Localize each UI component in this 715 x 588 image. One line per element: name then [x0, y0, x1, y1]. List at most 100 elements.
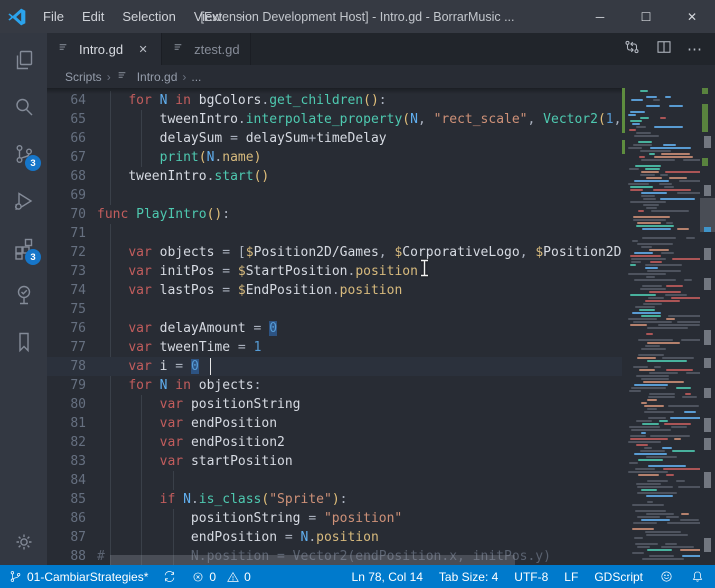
code-line[interactable]: 69: [47, 186, 622, 205]
code-line[interactable]: 77 var tweenTime = 1: [47, 338, 622, 357]
code-line[interactable]: 72 var objects = [$Position2D/Games, $Co…: [47, 243, 622, 262]
statusbar-feedback[interactable]: [659, 569, 674, 584]
menu-selection[interactable]: Selection: [113, 0, 184, 33]
statusbar-notifications[interactable]: [690, 569, 705, 584]
line-number[interactable]: 72: [47, 243, 97, 262]
code-line[interactable]: 83 var startPosition: [47, 452, 622, 471]
tab-intro-gd[interactable]: Intro.gd ✕: [47, 33, 163, 65]
code-line[interactable]: 75: [47, 300, 622, 319]
code-line[interactable]: 76 var delayAmount = 0: [47, 319, 622, 338]
line-number[interactable]: 65: [47, 110, 97, 129]
code-line[interactable]: 81 var endPosition: [47, 414, 622, 433]
line-number[interactable]: 64: [47, 91, 97, 110]
line-number[interactable]: 85: [47, 490, 97, 509]
activity-explorer[interactable]: [0, 36, 47, 83]
minimap-line: [646, 96, 657, 98]
code-line[interactable]: 78 var i = 0: [47, 357, 622, 376]
activity-bar: 33: [0, 33, 47, 565]
breadcrumb-item[interactable]: ...: [191, 70, 201, 84]
line-number[interactable]: 78: [47, 357, 97, 376]
statusbar-branch[interactable]: 01-CambiarStrategies*: [8, 569, 148, 584]
menu-file[interactable]: File: [34, 0, 73, 33]
minimap-line: [632, 528, 654, 530]
code-line[interactable]: 67 print(N.name): [47, 148, 622, 167]
code-line[interactable]: 87 endPosition = N.position: [47, 528, 622, 547]
statusbar-tab-size[interactable]: Tab Size: 4: [439, 570, 498, 584]
code-line[interactable]: 80 var positionString: [47, 395, 622, 414]
statusbar-encoding[interactable]: UTF-8: [514, 570, 548, 584]
line-number[interactable]: 74: [47, 281, 97, 300]
line-number[interactable]: 73: [47, 262, 97, 281]
line-number[interactable]: 69: [47, 186, 97, 205]
minimap-line: [665, 294, 687, 296]
breadcrumb-item[interactable]: Intro.gd: [137, 70, 178, 84]
breadcrumb-item[interactable]: Scripts: [65, 70, 102, 84]
statusbar-sync[interactable]: [162, 569, 177, 584]
overview-ruler-scrollbar[interactable]: [700, 88, 715, 565]
code-line[interactable]: 71: [47, 224, 622, 243]
gdscript-file-icon: [59, 44, 67, 50]
line-number[interactable]: 86: [47, 509, 97, 528]
line-number[interactable]: 83: [47, 452, 97, 471]
minimap-line: [646, 456, 677, 458]
statusbar-eol[interactable]: LF: [564, 570, 578, 584]
code-line[interactable]: 85 if N.is_class("Sprite"):: [47, 490, 622, 509]
line-number[interactable]: 70: [47, 205, 97, 224]
code-line[interactable]: 86 positionString = "position": [47, 509, 622, 528]
code-text: var delayAmount = 0: [128, 321, 278, 336]
line-number[interactable]: 77: [47, 338, 97, 357]
code-line[interactable]: 74 var lastPos = $EndPosition.position: [47, 281, 622, 300]
line-number[interactable]: 87: [47, 528, 97, 547]
close-icon[interactable]: ✕: [135, 43, 151, 56]
tab-ztest-gd[interactable]: ztest.gd: [162, 33, 251, 65]
activity-extensions[interactable]: 3: [0, 224, 47, 271]
line-number[interactable]: 66: [47, 129, 97, 148]
code-line[interactable]: 73 var initPos = $StartPosition.position: [47, 262, 622, 281]
line-number[interactable]: 80: [47, 395, 97, 414]
line-number[interactable]: 79: [47, 376, 97, 395]
minimap[interactable]: [622, 88, 715, 565]
activity-search[interactable]: [0, 83, 47, 130]
statusbar-language-mode[interactable]: GDScript: [594, 570, 643, 584]
statusbar-problems[interactable]: 00: [191, 570, 251, 584]
code-line[interactable]: 82 var endPosition2: [47, 433, 622, 452]
code-line[interactable]: 70 func PlayIntro():: [47, 205, 622, 224]
minimap-line: [647, 501, 653, 503]
line-number[interactable]: 82: [47, 433, 97, 452]
code-line[interactable]: 65 tweenIntro.interpolate_property(N, "r…: [47, 110, 622, 129]
statusbar-cursor-position[interactable]: Ln 78, Col 14: [352, 570, 423, 584]
menu-edit[interactable]: Edit: [73, 0, 113, 33]
code-line[interactable]: 68 tweenIntro.start(): [47, 167, 622, 186]
activity-run-debug[interactable]: [0, 177, 47, 224]
minimap-line: [646, 495, 673, 497]
code-lines[interactable]: 64 for N in bgColors.get_children(): 65 t…: [47, 88, 622, 565]
split-editor-icon[interactable]: [655, 38, 673, 61]
horizontal-scrollbar[interactable]: [110, 555, 515, 565]
code-line[interactable]: 66 delaySum = delaySum+timeDelay: [47, 129, 622, 148]
code-line[interactable]: 84: [47, 471, 622, 490]
activity-settings[interactable]: [0, 518, 47, 565]
line-number[interactable]: 88: [47, 547, 97, 565]
activity-todo-tree[interactable]: [0, 271, 47, 318]
open-changes-icon[interactable]: [623, 38, 641, 61]
minimap-line: [636, 375, 669, 377]
line-number[interactable]: 81: [47, 414, 97, 433]
ruler-mark: [704, 438, 711, 450]
line-number[interactable]: 67: [47, 148, 97, 167]
line-number[interactable]: 84: [47, 471, 97, 490]
line-number[interactable]: 75: [47, 300, 97, 319]
editor[interactable]: 64 for N in bgColors.get_children(): 65 t…: [47, 88, 715, 565]
line-number[interactable]: 76: [47, 319, 97, 338]
activity-source-control[interactable]: 3: [0, 130, 47, 177]
more-actions-icon[interactable]: ⋯: [687, 40, 703, 58]
close-button[interactable]: ✕: [669, 0, 715, 33]
activity-bookmarks[interactable]: [0, 318, 47, 365]
vscode-logo-icon: [0, 7, 34, 27]
tab-label: Intro.gd: [79, 41, 124, 57]
line-number[interactable]: 71: [47, 224, 97, 243]
maximize-button[interactable]: ☐: [623, 0, 669, 33]
code-line[interactable]: 64 for N in bgColors.get_children():: [47, 91, 622, 110]
line-number[interactable]: 68: [47, 167, 97, 186]
code-line[interactable]: 79 for N in objects:: [47, 376, 622, 395]
minimize-button[interactable]: ─: [577, 0, 623, 33]
